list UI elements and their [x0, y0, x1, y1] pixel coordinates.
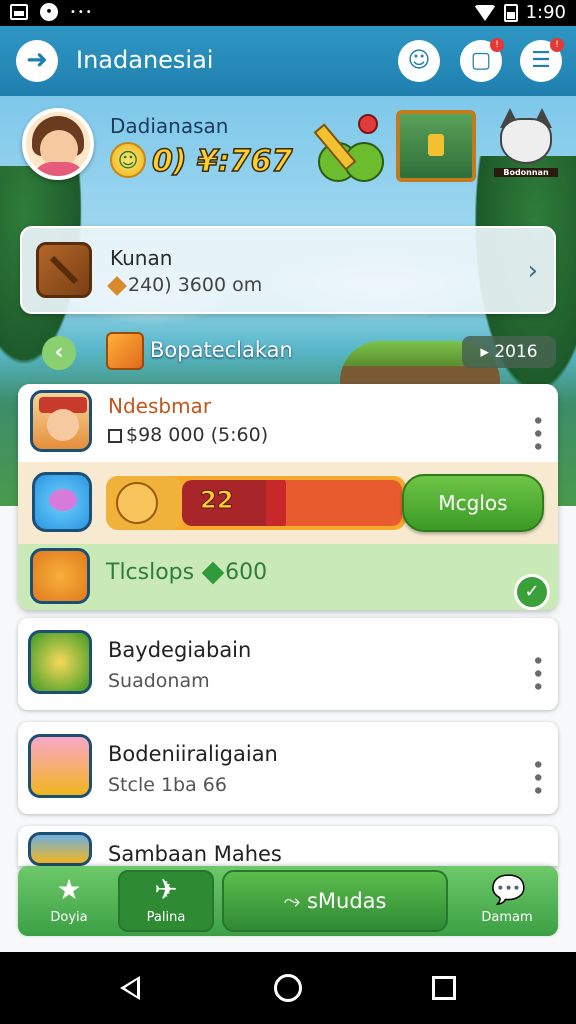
list-item-title: Baydegiabain: [108, 638, 252, 662]
footer-label: Tlcslops: [106, 560, 195, 585]
arrow-left-icon: ➜: [26, 45, 48, 75]
coin-balance: 0) ¥:767: [151, 143, 293, 180]
list-item[interactable]: Sambaan Mahes: [18, 826, 558, 866]
kunan-card[interactable]: Kunan 240) 3600 om ›: [20, 226, 556, 314]
list-item[interactable]: Bodeniiraligaian Stcle 1ba 66 •••: [18, 722, 558, 814]
kunan-title: Kunan: [110, 246, 173, 270]
system-home-icon[interactable]: [274, 974, 302, 1002]
monster-face-icon: [116, 482, 158, 524]
nav-item-damam[interactable]: 💬 Damam: [462, 866, 552, 936]
expanded-card-footer: Tlcslops 600: [18, 544, 558, 610]
expanded-card[interactable]: Ndesbmar $98 000 (5:60) ••• 22 Mcglos Tl…: [18, 384, 558, 610]
expanded-title: Ndesbmar: [108, 394, 212, 418]
status-bar: • ••• 1:90: [0, 0, 576, 26]
system-navigation: [0, 952, 576, 1024]
more-options-icon[interactable]: •••: [524, 758, 549, 797]
section-label: Bopateclakan: [150, 338, 293, 362]
year-chip[interactable]: ▸ 2016: [462, 336, 556, 368]
more-options-icon[interactable]: •••: [524, 414, 549, 453]
list-item[interactable]: Baydegiabain Suadonam •••: [18, 618, 558, 710]
system-recents-icon[interactable]: [432, 976, 456, 1000]
menu-badge: !: [550, 38, 564, 52]
expanded-subtitle: $98 000 (5:60): [108, 424, 268, 446]
footer-text: Tlcslops 600: [106, 560, 267, 585]
wallet-icon: [108, 428, 122, 443]
progress-widget: 22: [106, 476, 406, 530]
nav-item-doyia[interactable]: ★ Doyia: [24, 866, 114, 936]
year-chip-text: 2016: [494, 342, 538, 362]
list-item-title: Sambaan Mahes: [108, 842, 282, 866]
activity-icon: ⤳: [283, 889, 301, 913]
star-icon: ★: [56, 873, 82, 906]
profile-search-icon: ☺: [407, 48, 431, 73]
more-options-icon[interactable]: •••: [524, 654, 549, 693]
blob-character-icon: [32, 472, 92, 532]
nav-item-palina[interactable]: ✈ Palina: [120, 866, 212, 936]
back-button[interactable]: ➜: [16, 40, 58, 82]
expanded-card-progress-row: 22 Mcglos: [18, 462, 558, 544]
coin-icon: [28, 630, 92, 694]
nav-label: Doyia: [50, 910, 88, 925]
nav-label: Damam: [481, 910, 533, 925]
game-logo-icon: [28, 734, 92, 798]
clock: 1:90: [525, 2, 566, 23]
list-item-subtitle: Suadonam: [108, 670, 210, 692]
progress-bar: 22: [182, 480, 402, 526]
expanded-subtitle-text: $98 000 (5:60): [126, 424, 269, 446]
weapon-item-icon[interactable]: [313, 114, 384, 182]
cube-icon: [107, 275, 127, 296]
wifi-icon: [473, 4, 496, 21]
more-notifications-icon: •••: [70, 6, 94, 18]
battery-icon: [503, 3, 518, 22]
nav-label: Palina: [146, 910, 186, 925]
app-bar: ➜ Inadanesiai ☺ ▢ ! ☰ !: [0, 26, 576, 96]
list-item-title: Bodeniiraligaian: [108, 742, 278, 766]
chat-icon: 💬: [491, 873, 526, 906]
list-item-subtitle: Stcle 1ba 66: [108, 774, 227, 796]
chat-notification-icon: •: [40, 3, 58, 21]
notification-icon: ▢: [470, 48, 492, 73]
gem-icon: [201, 561, 225, 585]
coin-icon: ☺: [110, 142, 146, 178]
app-title: Inadanesiai: [76, 46, 214, 74]
expanded-card-header: Ndesbmar $98 000 (5:60) •••: [18, 384, 558, 462]
gift-icon: [106, 332, 144, 370]
gallery-notification-icon: [10, 4, 28, 20]
nav-item-smudas[interactable]: ⤳ sMudas: [222, 870, 448, 932]
progress-value: 22: [199, 486, 234, 515]
pirate-character-icon: [30, 390, 92, 452]
kunan-subtitle-text: 240) 3600 om: [128, 274, 263, 296]
orange-creature-icon: [30, 548, 90, 604]
collapse-button[interactable]: ‹: [42, 336, 76, 370]
chevron-right-icon: ›: [527, 256, 538, 286]
crate-icon: [36, 242, 92, 298]
action-button[interactable]: Mcglos: [402, 474, 544, 532]
cat-character-icon[interactable]: Bodonnan: [494, 108, 558, 188]
notification-badge: !: [490, 38, 504, 52]
player-avatar[interactable]: [22, 108, 94, 180]
banner-row: ‹ Bopateclakan ▸ 2016: [0, 330, 576, 374]
nav-label: sMudas: [306, 889, 387, 913]
player-name: Dadianasan: [110, 114, 229, 138]
treasure-icon: [28, 832, 92, 866]
menu-icon: ☰: [531, 48, 551, 73]
notifications-button[interactable]: ▢ !: [460, 38, 504, 82]
profile-search-button[interactable]: ☺: [398, 40, 440, 82]
check-icon[interactable]: ✓: [514, 574, 550, 610]
cat-label: Bodonnan: [494, 168, 558, 177]
menu-button[interactable]: ☰ !: [520, 38, 564, 82]
kunan-subtitle: 240) 3600 om: [107, 274, 263, 296]
footer-value: 600: [225, 560, 268, 585]
system-back-icon[interactable]: [120, 976, 140, 1000]
bottom-navigation: ★ Doyia ✈ Palina ⤳ sMudas 💬 Damam: [18, 866, 558, 936]
sword-icon: ✈: [154, 873, 178, 906]
progress-marker-icon: [266, 480, 287, 526]
treasure-chest-icon[interactable]: [396, 110, 476, 182]
